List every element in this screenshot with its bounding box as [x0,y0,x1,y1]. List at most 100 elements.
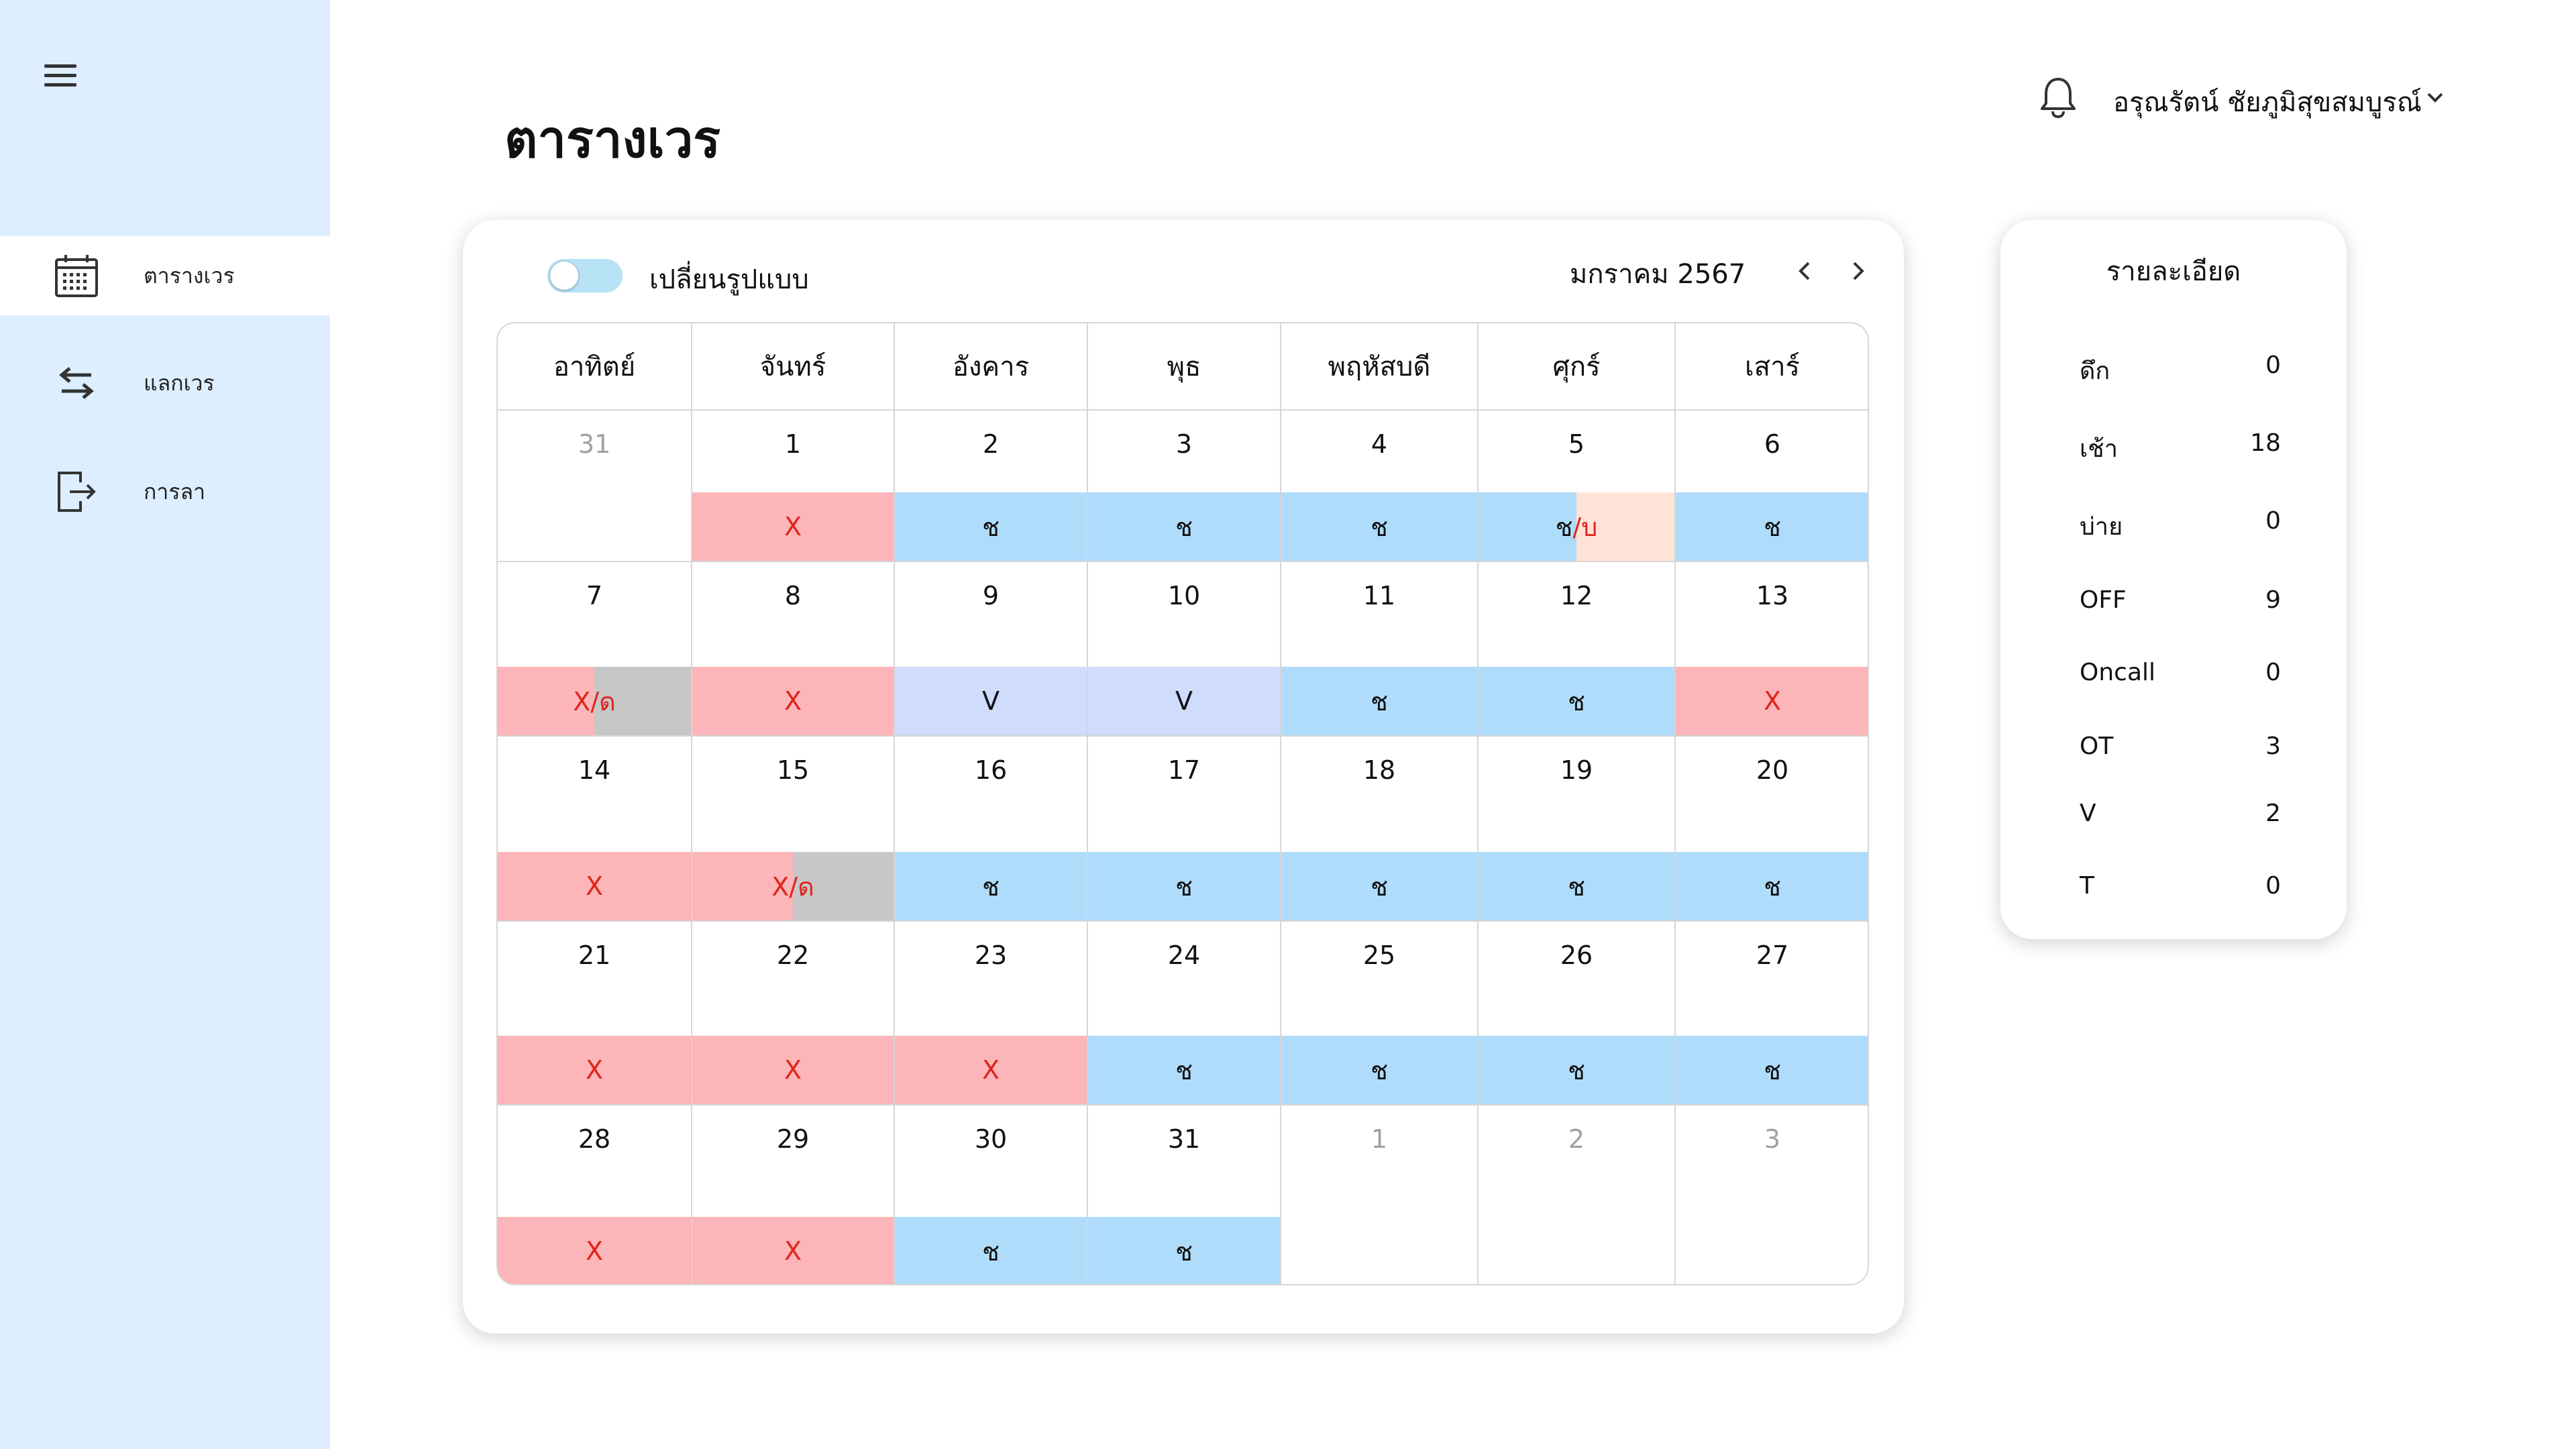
shift-badge[interactable]: ช [1479,852,1674,920]
detail-label: ดึก [2080,358,2110,385]
shift-badge[interactable]: ช [1479,667,1674,735]
shift-badge[interactable]: ช [1676,492,1868,561]
prev-month-icon[interactable] [1788,255,1821,287]
weekday-header: ศุกร์ [1479,323,1676,411]
day-cell[interactable]: 2ช [895,411,1088,562]
shift-badge[interactable]: X [692,1036,894,1104]
shift-badge[interactable]: ช [1088,492,1280,561]
day-cell[interactable]: 22 X [692,922,895,1106]
detail-row: OFF 9 [2080,586,2281,614]
day-cell[interactable]: 17 ช [1088,737,1281,922]
shift-badge[interactable]: ช [1479,1036,1674,1104]
day-cell[interactable]: 14 X [498,737,692,922]
day-cell[interactable]: 2 [1479,1106,1676,1284]
day-cell[interactable]: 16 ช [895,737,1088,922]
day-cell[interactable]: 5 ช/บ [1479,411,1676,562]
shift-label: X [981,1055,1000,1085]
next-month-icon[interactable] [1842,255,1874,287]
detail-value: 18 [2250,429,2281,457]
day-number: 10 [1167,581,1201,610]
shift-badge[interactable]: X/ด [498,667,691,735]
day-cell[interactable]: 11 ช [1281,562,1479,737]
shift-badge[interactable]: X [895,1036,1087,1104]
day-cell[interactable]: 13 X [1676,562,1868,737]
shift-badge[interactable]: ช [895,1217,1087,1284]
day-cell[interactable]: 30 ช [895,1106,1088,1284]
bell-icon[interactable] [2037,75,2080,119]
shift-badge[interactable]: X/ด [692,852,894,920]
hamburger-icon[interactable] [44,60,79,90]
shift-badge[interactable]: ช [1281,852,1477,920]
day-number: 11 [1362,581,1396,610]
shift-badge[interactable]: X [1676,667,1868,735]
shift-badge[interactable]: ช [1088,1036,1280,1104]
day-cell[interactable]: 1X [692,411,895,562]
day-cell[interactable]: 19 ช [1479,737,1676,922]
shift-badge[interactable]: ช [1676,852,1868,920]
user-name[interactable]: อรุณรัตน์ ชัยภูมิสุขสมบูรณ์ [2113,80,2422,123]
day-cell[interactable]: 29 X [692,1106,895,1284]
shift-badge[interactable]: X [692,492,894,561]
sidebar-item-schedule[interactable]: ตารางเวร [0,236,330,315]
day-number: 12 [1560,581,1593,610]
day-cell[interactable]: 26 ช [1479,922,1676,1106]
day-number: 3 [1175,429,1193,459]
day-number: 20 [1756,755,1789,785]
day-cell[interactable]: 24 ช [1088,922,1281,1106]
day-cell[interactable]: 25 ช [1281,922,1479,1106]
day-cell[interactable]: 21 X [498,922,692,1106]
shift-badge[interactable]: X [498,1036,691,1104]
day-number: 27 [1756,941,1789,970]
shift-badge[interactable]: ช [895,492,1087,561]
day-cell[interactable]: 27 ช [1676,922,1868,1106]
day-cell[interactable]: 10 V [1088,562,1281,737]
detail-label: OT [2080,733,2114,760]
day-cell[interactable]: 15 X/ด [692,737,895,922]
day-cell[interactable]: 31 [498,411,692,562]
chevron-down-icon[interactable] [2423,86,2447,110]
day-cell[interactable]: 4ช [1281,411,1479,562]
shift-badge[interactable]: ช [895,852,1087,920]
shift-badge[interactable]: ช [1281,492,1477,561]
day-cell[interactable]: 31 ช [1088,1106,1281,1284]
day-cell[interactable]: 3ช [1088,411,1281,562]
shift-badge[interactable]: X [498,852,691,920]
view-toggle[interactable] [547,259,623,292]
day-cell[interactable]: 28 X [498,1106,692,1284]
shift-badge[interactable]: ช [1281,1036,1477,1104]
shift-badge[interactable]: X [692,667,894,735]
shift-afternoon-text: /บ [1572,512,1598,542]
sidebar-item-swap[interactable]: แลกเวร [0,343,330,423]
shift-badge[interactable]: V [1088,667,1280,735]
day-cell[interactable]: 20 ช [1676,737,1868,922]
shift-badge[interactable]: ช [1088,852,1280,920]
day-cell[interactable]: 3 [1676,1106,1868,1284]
day-cell[interactable]: 12 ช [1479,562,1676,737]
day-cell[interactable]: 1 [1281,1106,1479,1284]
detail-row: T0 [2080,872,2281,900]
shift-badge[interactable]: ช [1088,1217,1280,1284]
shift-badge[interactable]: ช/บ [1479,492,1674,561]
day-cell[interactable]: 7 X/ด [498,562,692,737]
day-cell[interactable]: 6ช [1676,411,1868,562]
shift-badge[interactable]: V [895,667,1087,735]
day-number: 31 [578,429,611,459]
day-cell[interactable]: 18 ช [1281,737,1479,922]
shift-badge[interactable]: ช [1676,1036,1868,1104]
shift-label: X/ด [771,871,814,902]
day-cell[interactable]: 23 X [895,922,1088,1106]
day-number: 4 [1371,429,1388,459]
day-cell[interactable]: 8X [692,562,895,737]
detail-row: OT 3 [2080,733,2281,760]
sidebar-item-leave[interactable]: การลา [0,452,330,531]
shift-badge[interactable]: X [692,1217,894,1284]
detail-value: 0 [2265,507,2281,535]
day-number: 15 [776,755,810,785]
day-number: 19 [1560,755,1593,785]
shift-label: ช [982,871,1000,902]
shift-badge[interactable]: ช [1281,667,1477,735]
day-number: 22 [776,941,810,970]
day-cell[interactable]: 9V [895,562,1088,737]
shift-badge[interactable]: X [498,1217,691,1284]
day-number: 5 [1568,429,1585,459]
